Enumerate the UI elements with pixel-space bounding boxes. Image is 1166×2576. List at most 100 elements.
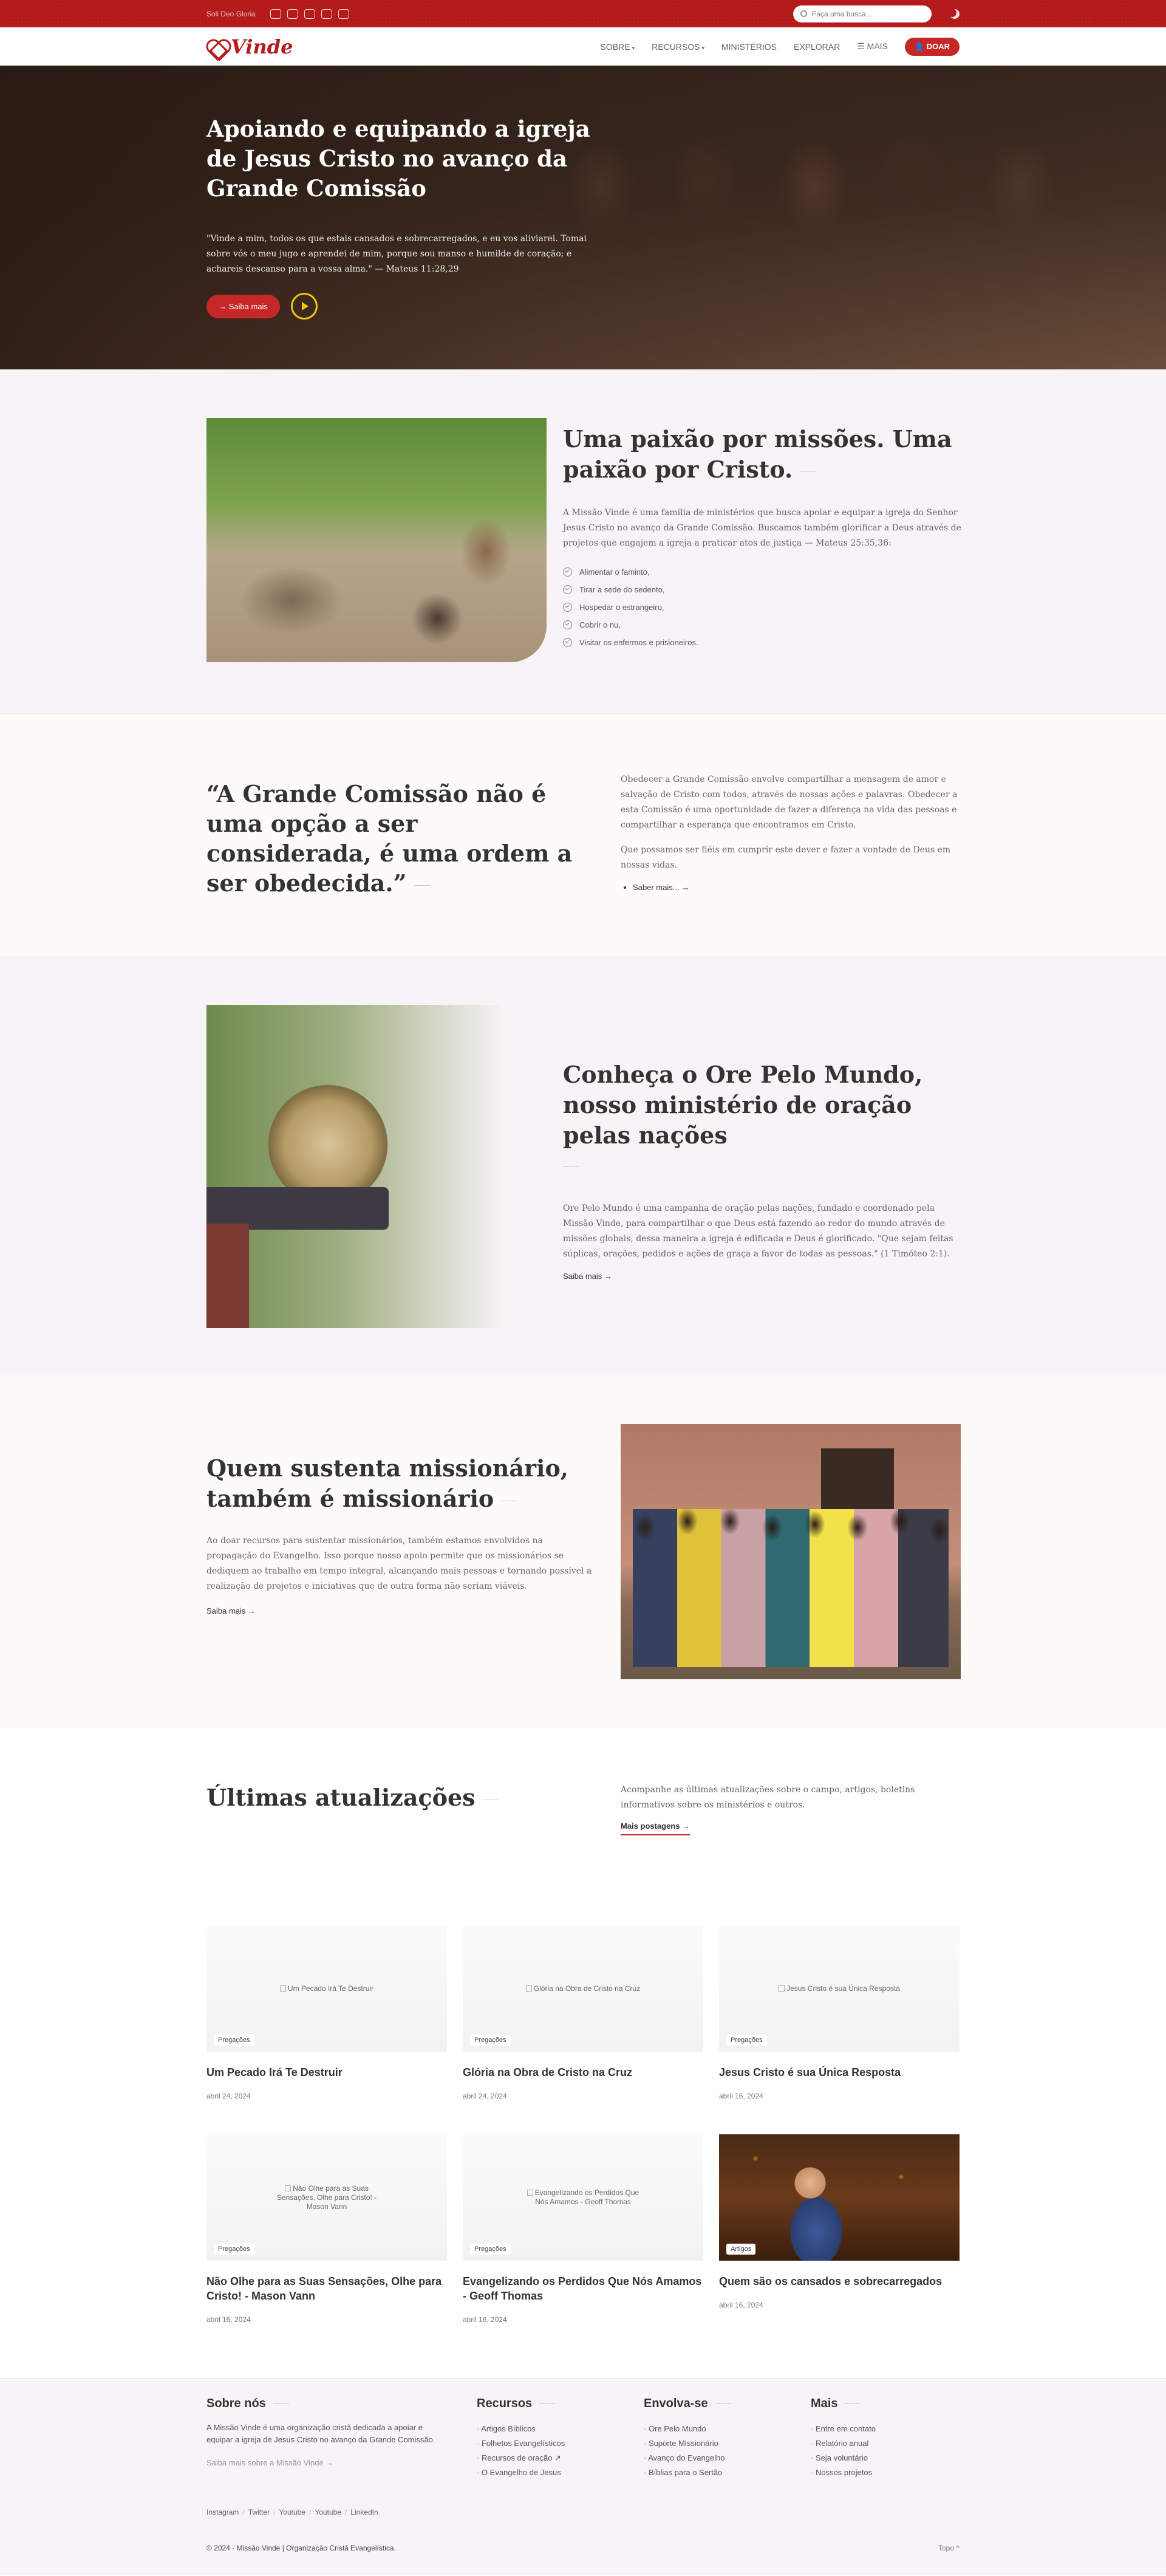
search-input[interactable] (812, 9, 915, 18)
check-circle-icon (563, 567, 572, 577)
category-badge[interactable]: Pregações (726, 2035, 767, 2046)
footer-social-youtube[interactable]: Youtube (279, 2508, 305, 2516)
post-thumbnail[interactable]: Não Olhe para as Suas Sensações, Olhe pa… (206, 2134, 447, 2261)
prayer-body: Ore Pelo Mundo é uma campanha de oração … (563, 1204, 953, 1259)
footer-link[interactable]: Seja voluntário (811, 2451, 876, 2465)
footer-link[interactable]: Relatório anual (811, 2436, 876, 2451)
post-thumbnail[interactable]: Jesus Cristo é sua Única Resposta Pregaç… (719, 1925, 960, 2052)
post-thumbnail[interactable]: Evangelizando os Perdidos Que Nós Amamos… (463, 2134, 703, 2261)
category-badge[interactable]: Artigos (726, 2244, 756, 2255)
separator: / (273, 2508, 276, 2516)
list-item: Hospedar o estrangeiro, (563, 598, 964, 616)
post-thumbnail[interactable]: Artigos (719, 2134, 960, 2261)
nav-item-ministerios[interactable]: MINISTÉRIOS (721, 42, 777, 52)
post-card[interactable]: Glória na Obra de Cristo na Cruz Pregaçõ… (463, 1925, 703, 2110)
support-learn-more-link[interactable]: Saiba mais → (206, 1606, 256, 1615)
post-card[interactable]: Não Olhe para as Suas Sensações, Olhe pa… (206, 2134, 447, 2324)
footer-social-instagram[interactable]: Instagram (206, 2508, 239, 2516)
broken-image-icon (779, 1985, 785, 1992)
commission-section: “A Grande Comissão não é uma opção a ser… (0, 713, 1166, 956)
dark-mode-toggle-icon[interactable] (950, 9, 960, 19)
post-title[interactable]: Glória na Obra de Cristo na Cruz (463, 2065, 703, 2080)
post-card[interactable]: Evangelizando os Perdidos Que Nós Amamos… (463, 2134, 703, 2324)
more-posts-link[interactable]: Mais postagens → (621, 1821, 690, 1835)
broken-image-icon (285, 2185, 292, 2191)
search-box[interactable] (793, 5, 932, 22)
footer-social-twitter[interactable]: Twitter (248, 2508, 270, 2516)
post-thumbnail[interactable]: Glória na Obra de Cristo na Cruz Pregaçõ… (463, 1925, 703, 2052)
site-logo[interactable]: Vinde (206, 35, 293, 58)
back-to-top-link[interactable]: Topo ^ (938, 2544, 960, 2552)
post-date: abril 16, 2024 (206, 2315, 251, 2324)
footer-link[interactable]: Recursos de oração ↗ (477, 2451, 565, 2465)
support-title: Quem sustenta missionário, também é miss… (206, 1453, 595, 1514)
updates-section: Últimas atualizações Acompanhe as última… (0, 1728, 1166, 2378)
mission-section: Uma paixão por missões. Uma paixão por C… (0, 369, 1166, 713)
footer-social-links: Instagram / Twitter / Youtube / Youtube / Linked… (206, 2508, 378, 2516)
list-item: Visitar os enfermos e prisioneiros. (563, 634, 964, 651)
facebook-icon[interactable] (270, 9, 281, 19)
post-title[interactable]: Quem são os cansados e sobrecarregados (719, 2274, 960, 2289)
separator: / (242, 2508, 245, 2516)
broken-image-alt: Jesus Cristo é sua Única Resposta (779, 1984, 900, 1993)
site-header: Vinde SOBRE ▾ RECURSOS ▾ MINISTÉRIOS EXPLO… (0, 27, 1166, 66)
footer-link[interactable]: Artigos Bíblicos (477, 2422, 565, 2436)
youtube-icon[interactable] (321, 9, 332, 19)
prayer-learn-more-link[interactable]: Saiba mais → (563, 1272, 612, 1281)
commission-learn-more-link[interactable]: Saber mais... → (633, 883, 961, 892)
nav-label: RECURSOS (652, 41, 700, 52)
alt-text: Não Olhe para as Suas Sensações, Olhe pa… (276, 2184, 377, 2211)
post-title[interactable]: Evangelizando os Perdidos Que Nós Amamos… (463, 2274, 703, 2303)
nav-item-explorar[interactable]: EXPLORAR (794, 42, 840, 52)
play-video-button[interactable] (290, 293, 318, 320)
nav-item-sobre[interactable]: SOBRE ▾ (601, 42, 635, 52)
footer-social-linkedin[interactable]: LinkedIn (350, 2508, 378, 2516)
footer-link[interactable]: Avanço do Evangelho (644, 2451, 731, 2465)
post-title[interactable]: Jesus Cristo é sua Única Resposta (719, 2065, 960, 2080)
list-item: Cobrir o nu, (563, 616, 964, 634)
post-card[interactable]: Jesus Cristo é sua Única Resposta Pregaç… (719, 1925, 960, 2110)
alt-text: Glória na Obra de Cristo na Cruz (533, 1984, 641, 1993)
alt-text: Jesus Cristo é sua Única Resposta (786, 1984, 900, 1993)
donate-button[interactable]: 👤 DOAR (904, 37, 960, 56)
support-section: Quem sustenta missionário, também é miss… (0, 1375, 1166, 1728)
chevron-down-icon: ▾ (701, 44, 704, 51)
bluesky-icon[interactable] (287, 9, 298, 19)
separator: / (309, 2508, 312, 2516)
footer-about-link[interactable]: Saiba mais sobre a Missão Vinde → (206, 2458, 333, 2467)
post-title[interactable]: Um Pecado Irá Te Destruir (206, 2065, 447, 2080)
list-item-text: Alimentar o faminto, (579, 567, 650, 577)
telegram-icon[interactable] (338, 9, 349, 19)
footer-social-youtube-2[interactable]: Youtube (315, 2508, 341, 2516)
footer-link[interactable]: Nossos projetos (811, 2465, 876, 2480)
footer-link[interactable]: Bíblias para o Sertão (644, 2465, 731, 2480)
category-badge[interactable]: Pregações (214, 2035, 254, 2046)
nav-item-recursos[interactable]: RECURSOS ▾ (652, 42, 704, 52)
category-badge[interactable]: Pregações (470, 2035, 511, 2046)
footer-resources-title: Recursos (477, 2397, 565, 2411)
footer-link[interactable]: Entre em contato (811, 2422, 876, 2436)
post-date: abril 24, 2024 (463, 2092, 507, 2100)
post-card[interactable]: Um Pecado Irá Te Destruir Pregações Um P… (206, 1925, 447, 2110)
separator: / (344, 2508, 347, 2516)
main-nav: SOBRE ▾ RECURSOS ▾ MINISTÉRIOS EXPLORAR ☰ … (601, 37, 960, 56)
footer-link[interactable]: O Evangelho de Jesus (477, 2465, 565, 2480)
post-thumbnail[interactable]: Um Pecado Irá Te Destruir Pregações (206, 1925, 447, 2052)
category-badge[interactable]: Pregações (214, 2244, 254, 2255)
nav-label: SOBRE (600, 41, 630, 52)
category-badge[interactable]: Pregações (470, 2244, 511, 2255)
post-title[interactable]: Não Olhe para as Suas Sensações, Olhe pa… (206, 2274, 447, 2303)
footer-link[interactable]: Suporte Missionário (644, 2436, 731, 2451)
commission-paragraph-2: Que possamos ser fiéis em cumprir este d… (621, 845, 951, 870)
footer-link[interactable]: Ore Pelo Mundo (644, 2422, 731, 2436)
post-date: abril 16, 2024 (719, 2301, 763, 2309)
nav-item-mais[interactable]: ☰ MAIS (857, 41, 888, 52)
hero-learn-more-button[interactable]: → Saiba mais (206, 294, 280, 318)
social-links (270, 9, 349, 19)
site-footer: Sobre nós A Missão Vinde é uma organizaç… (0, 2378, 1166, 2575)
footer-more-title: Mais (811, 2397, 876, 2411)
broken-image-icon (525, 1985, 532, 1992)
footer-link[interactable]: Folhetos Evangelísticos (477, 2436, 565, 2451)
post-card[interactable]: Artigos Quem são os cansados e sobrecarr… (719, 2134, 960, 2319)
instagram-icon[interactable] (304, 9, 315, 19)
